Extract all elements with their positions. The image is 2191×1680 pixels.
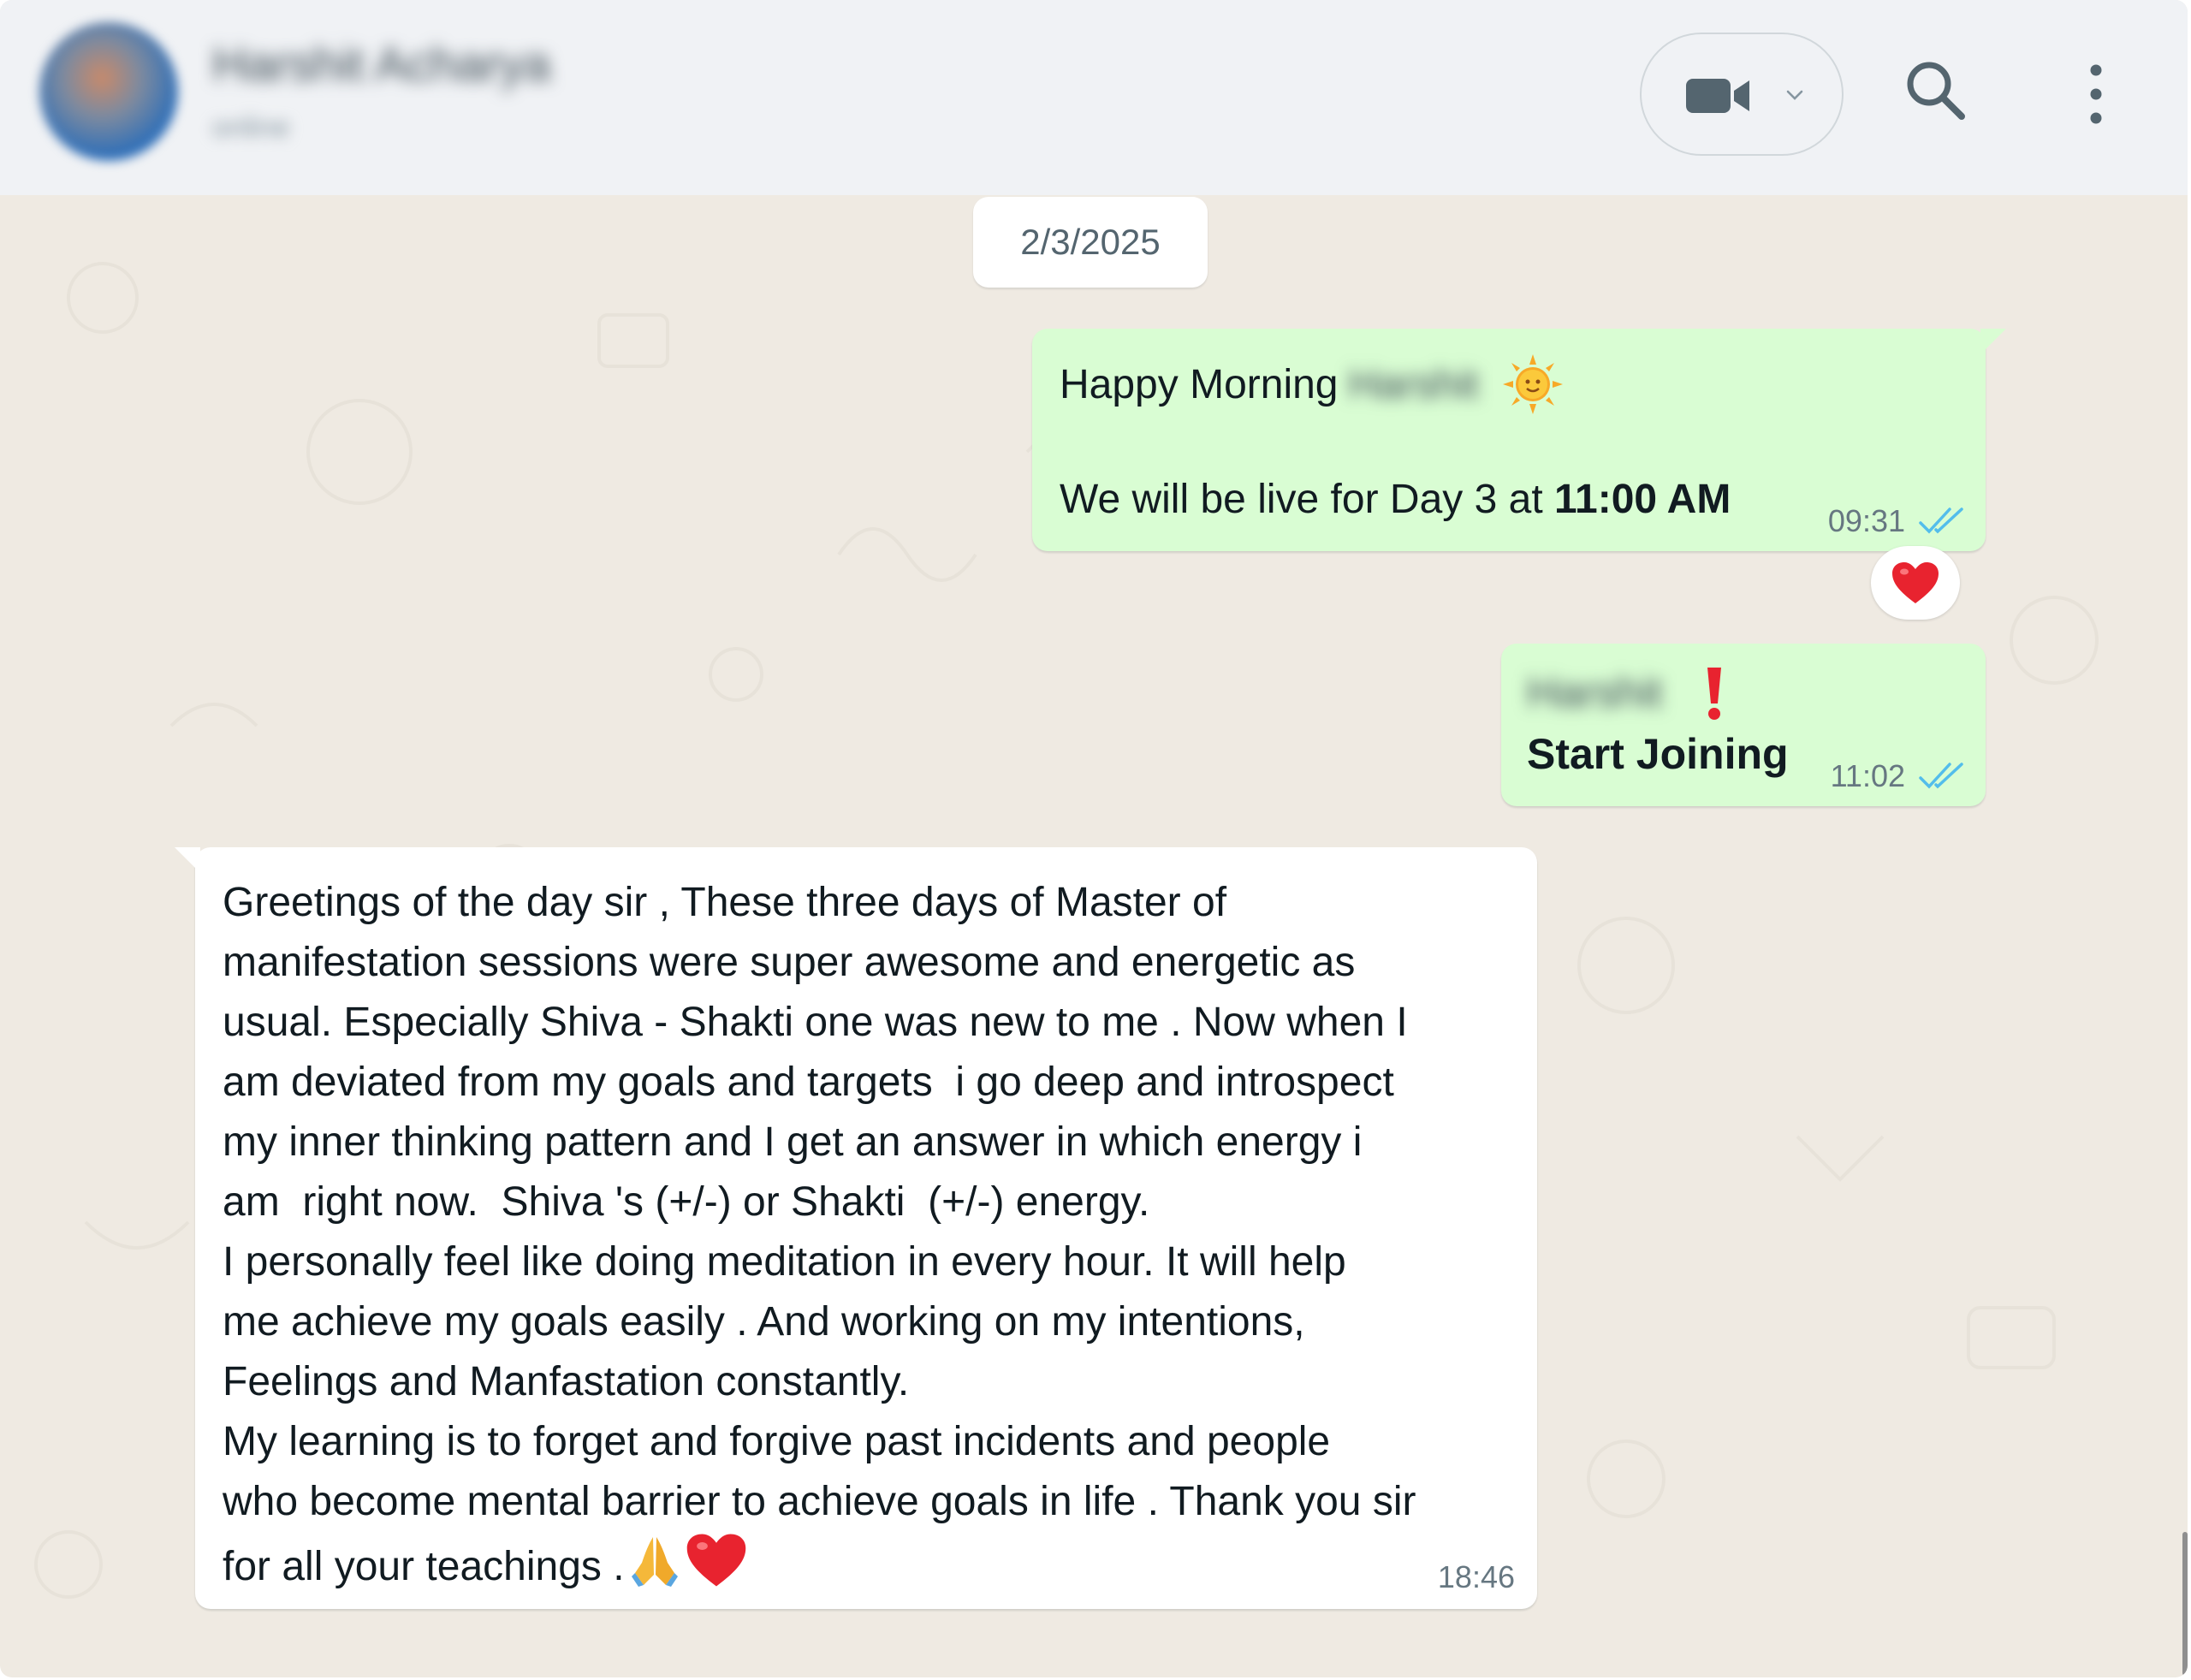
message-time: 09:31 xyxy=(1827,503,1905,538)
message-line-last: for all your teachings . xyxy=(223,1532,1523,1597)
video-call-button[interactable] xyxy=(1640,33,1844,156)
message-text: We will be live for Day 3 at xyxy=(1060,477,1554,522)
exclamation-icon xyxy=(1707,668,1722,720)
outgoing-message[interactable]: Harshit Start Joining 11:02 xyxy=(1501,644,1986,806)
scrollbar-thumb[interactable] xyxy=(2182,1532,2188,1676)
message-meta: 09:31 xyxy=(1828,503,1967,539)
double-check-read-icon xyxy=(1919,508,1963,534)
red-heart-icon xyxy=(686,1534,745,1587)
message-text: for all your teachings . xyxy=(223,1544,625,1589)
message-time: 11:02 xyxy=(1830,758,1905,793)
message-line: My learning is to forget and forgive pas… xyxy=(223,1419,1331,1464)
blurred-name: Harshit xyxy=(1527,668,1663,716)
more-vertical-icon[interactable] xyxy=(2075,60,2117,128)
message-meta: 18:46 xyxy=(1438,1559,1515,1595)
red-heart-icon xyxy=(1892,562,1939,603)
folded-hands-icon xyxy=(631,1537,678,1587)
message-line: manifestation sessions were super awesom… xyxy=(223,940,1356,985)
chat-header: Harshit Acharya online xyxy=(0,0,2188,195)
message-bold-time: 11:00 AM xyxy=(1554,477,1731,522)
contact-avatar[interactable] xyxy=(39,22,178,161)
message-line: me achieve my goals easily . And working… xyxy=(223,1299,1305,1345)
message-line: Feelings and Manfastation constantly. xyxy=(223,1359,910,1404)
message-line: my inner thinking pattern and I get an a… xyxy=(223,1119,1363,1165)
sun-with-face-icon xyxy=(1502,354,1563,414)
message-line: I personally feel like doing meditation … xyxy=(223,1239,1346,1285)
bubble-tail xyxy=(175,847,200,873)
message-body: Greetings of the day sir , These three d… xyxy=(223,873,1523,1597)
message-text: Start Joining xyxy=(1527,730,1789,778)
search-icon[interactable] xyxy=(1902,56,1970,125)
message-text: Happy Morning xyxy=(1060,361,1339,407)
incoming-message[interactable]: Greetings of the day sir , These three d… xyxy=(175,847,1537,1609)
message-line: Greetings of the day sir , These three d… xyxy=(223,880,1227,925)
contact-name[interactable]: Harshit Acharya xyxy=(212,36,572,91)
message-reaction[interactable] xyxy=(1871,546,1960,620)
message-line: Happy Morning Harshit xyxy=(1060,353,1565,416)
chevron-down-icon[interactable] xyxy=(1784,84,1806,106)
chat-window: Harshit Acharya online 2/3/2025 Happy Mo… xyxy=(0,0,2188,1677)
contact-status: online xyxy=(212,111,290,144)
date-separator: 2/3/2025 xyxy=(973,197,1208,288)
message-meta: 11:02 xyxy=(1831,758,1967,794)
double-check-read-icon xyxy=(1919,763,1963,789)
message-line: We will be live for Day 3 at 11:00 AM xyxy=(1060,476,1731,523)
message-line: who become mental barrier to achieve goa… xyxy=(223,1479,1416,1524)
outgoing-message[interactable]: Happy Morning Harshit We will be live fo… xyxy=(1032,329,2006,551)
video-camera-icon xyxy=(1686,79,1749,113)
message-time: 18:46 xyxy=(1437,1559,1515,1594)
message-line: Harshit xyxy=(1527,664,1725,721)
message-line: am right now. Shiva 's (+/-) or Shakti (… xyxy=(223,1179,1150,1225)
message-line: usual. Especially Shiva - Shakti one was… xyxy=(223,1000,1408,1045)
bubble-tail xyxy=(1980,329,2006,354)
message-line: am deviated from my goals and targets i … xyxy=(223,1060,1394,1105)
blurred-name: Harshit xyxy=(1348,361,1479,407)
